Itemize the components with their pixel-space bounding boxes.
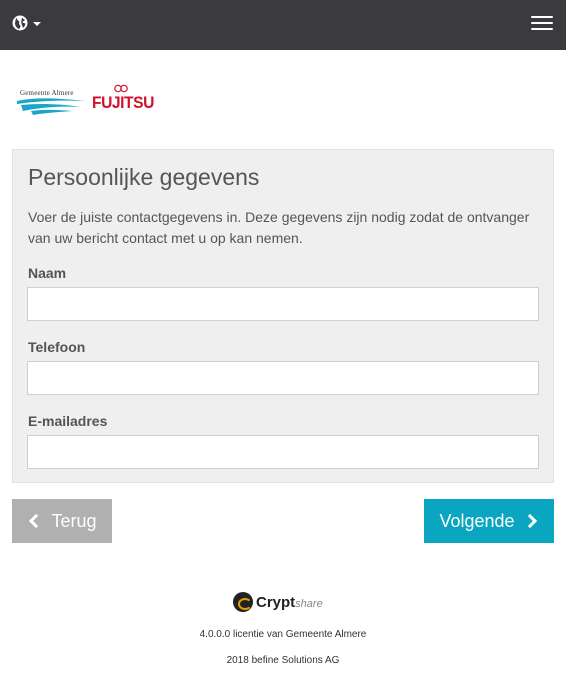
form-description: Voer de juiste contactgegevens in. Deze … [28, 209, 530, 246]
next-button[interactable]: Volgende [424, 499, 554, 543]
phone-input[interactable] [27, 361, 539, 395]
globe-icon [12, 15, 28, 31]
fujitsu-logo-text: FUJITSU [92, 93, 154, 112]
chevron-down-icon [33, 22, 41, 26]
fujitsu-infinity-icon [114, 84, 128, 93]
email-input[interactable] [27, 435, 539, 469]
back-button[interactable]: Terug [12, 499, 112, 543]
cryptshare-icon [233, 592, 253, 612]
name-input[interactable] [27, 287, 539, 321]
page-title: Persoonlijke gegevens [28, 164, 260, 190]
license-text: 4.0.0.0 licentie van Gemeente Almere [199, 629, 367, 640]
name-label: Naam [28, 265, 67, 281]
hamburger-menu-icon[interactable] [531, 16, 553, 34]
back-button-label: Terug [51, 510, 97, 531]
chevron-left-icon [29, 513, 44, 529]
partner-logos: Gemeente Almere FUJITSU [17, 84, 167, 120]
personal-details-panel: Persoonlijke gegevens Voer de juiste con… [12, 149, 554, 483]
copyright-text: 2018 befine Solutions AG [226, 655, 340, 666]
cryptshare-brand-suffix: share [295, 597, 323, 610]
phone-label: Telefoon [28, 339, 86, 355]
almere-logo-text: Gemeente Almere [20, 89, 74, 97]
top-navbar [0, 0, 566, 50]
chevron-right-icon [522, 513, 537, 529]
cryptshare-brand: Crypt [256, 593, 296, 611]
cryptshare-logo: Cryptshare [233, 592, 323, 612]
language-selector[interactable] [12, 15, 41, 31]
email-label: E-mailadres [28, 413, 108, 429]
next-button-label: Volgende [439, 510, 515, 531]
